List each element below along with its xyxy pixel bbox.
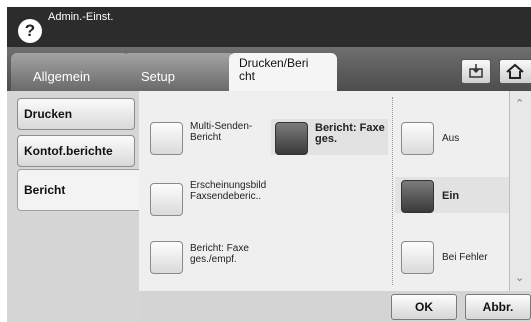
tab-setup[interactable]: Setup: [123, 53, 235, 91]
content-area: Drucken Kontof.berichte Bericht Multi-Se…: [7, 91, 531, 322]
home-icon[interactable]: [499, 59, 531, 84]
options-panel: Multi-Senden-Bericht Erscheinungsbild Fa…: [139, 91, 509, 291]
option-ein[interactable]: [401, 180, 434, 213]
sidebar-item-label: Kontof.berichte: [24, 144, 113, 158]
screen: ? Admin.-Einst. Allgemein Setup Drucken/…: [7, 7, 531, 322]
tab-allgemein[interactable]: Allgemein: [11, 53, 129, 91]
option-multi-senden-bericht[interactable]: [150, 122, 183, 155]
tab-setup-label: Setup: [141, 69, 175, 84]
option-label: Aus: [442, 133, 460, 144]
help-icon[interactable]: ?: [18, 19, 42, 43]
option-label: Bei Fehler: [442, 252, 488, 263]
sidebar-item-drucken[interactable]: Drucken: [17, 98, 135, 130]
option-bei-fehler[interactable]: [401, 241, 434, 274]
footer-bar: OK Abbr.: [139, 291, 531, 322]
window-title: Admin.-Einst.: [48, 11, 114, 23]
sidebar-item-label: Bericht: [24, 183, 66, 197]
tab-drucken-bericht[interactable]: Drucken/Beri cht: [229, 53, 337, 91]
ok-button[interactable]: OK: [391, 294, 457, 320]
job-status-icon[interactable]: [461, 59, 491, 84]
option-bericht-faxe-ges-empf[interactable]: [150, 241, 183, 274]
tab-drucken-bericht-label: Drucken/Beri cht: [239, 56, 309, 83]
option-label: Erscheinungsbild Faxsendeberic..: [190, 180, 267, 202]
option-label: Bericht: Faxe ges.: [315, 122, 385, 145]
tab-bar: Allgemein Setup Drucken/Beri cht: [7, 47, 531, 91]
scroll-up-icon[interactable]: ⌃: [515, 97, 524, 110]
option-erscheinungsbild[interactable]: [150, 183, 183, 216]
tab-allgemein-label: Allgemein: [33, 69, 91, 84]
cancel-button[interactable]: Abbr.: [465, 294, 531, 320]
title-bar: ? Admin.-Einst.: [7, 7, 531, 47]
sidebar: Drucken Kontof.berichte Bericht: [17, 91, 141, 322]
sidebar-item-label: Drucken: [24, 107, 73, 121]
sidebar-item-kontof-berichte[interactable]: Kontof.berichte: [17, 135, 135, 167]
scrollbar[interactable]: ⌃ ⌄: [509, 91, 531, 291]
option-label: Multi-Senden-Bericht: [190, 121, 253, 143]
sidebar-item-bericht[interactable]: Bericht: [17, 169, 141, 211]
scroll-down-icon[interactable]: ⌄: [515, 271, 524, 284]
column-divider: [392, 97, 393, 285]
option-label: Ein: [442, 190, 460, 202]
option-aus[interactable]: [401, 122, 434, 155]
option-label: Bericht: Faxe ges./empf.: [190, 243, 249, 265]
option-bericht-faxe-ges[interactable]: [275, 122, 308, 155]
